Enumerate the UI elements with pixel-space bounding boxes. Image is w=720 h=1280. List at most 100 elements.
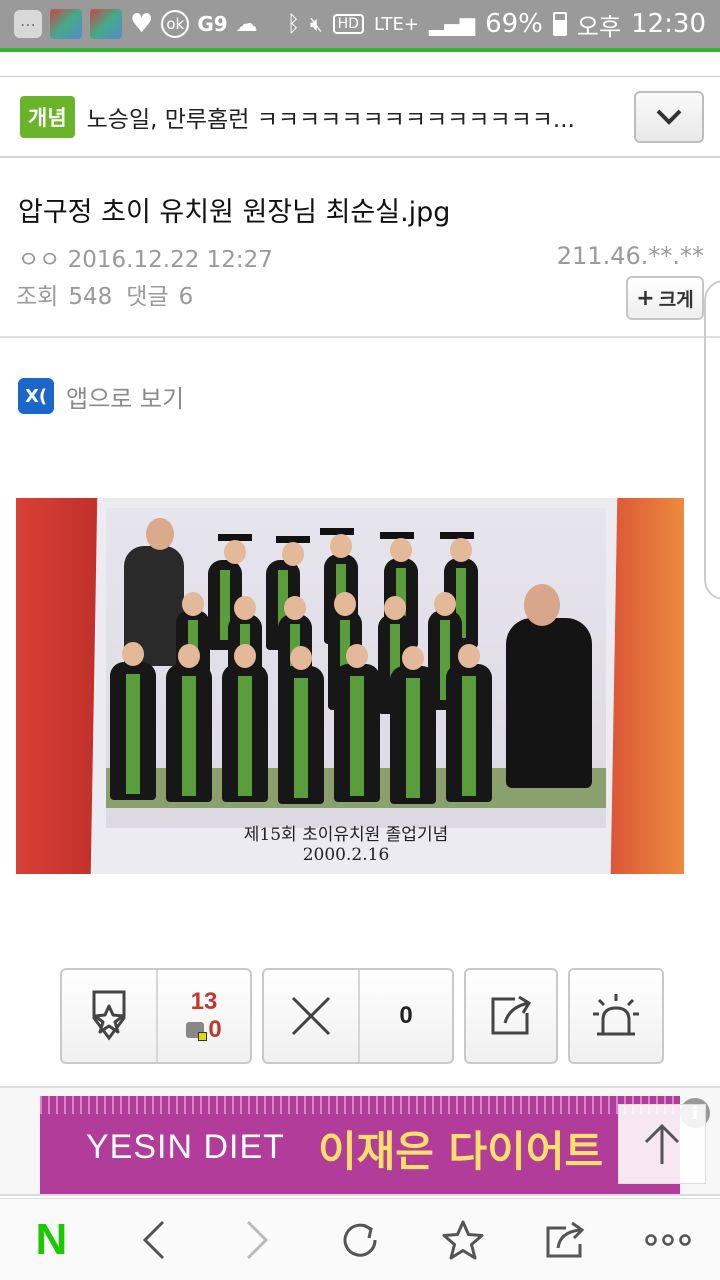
- open-in-app-link[interactable]: X( 앱으로 보기: [18, 378, 184, 414]
- director-head: [524, 584, 560, 626]
- fixed-count: 0: [208, 1016, 222, 1043]
- clock: 12:30: [631, 9, 706, 39]
- mute-icon: 🔇︎: [310, 12, 323, 36]
- comments-label: 댓글: [126, 284, 169, 310]
- dislike-group: 0: [262, 968, 454, 1064]
- post-author-date: ㅇㅇ 2016.12.22 12:27: [18, 240, 273, 274]
- child-head: [334, 592, 356, 616]
- dc-app-icon: X(: [18, 378, 54, 414]
- child-head: [346, 644, 368, 668]
- game-app-icon: [50, 9, 82, 39]
- side-scroll-handle[interactable]: [704, 280, 720, 600]
- heart-icon: ♥: [130, 9, 154, 39]
- album-cover-left: [16, 498, 96, 874]
- child-figure: [446, 664, 492, 802]
- post-author[interactable]: ㅇㅇ: [18, 247, 60, 273]
- gown-stripe: [126, 674, 140, 794]
- status-bar: ⋯ ♥ ok G9 ☁ ᛒ 🔇︎ HD LTE+ ▂▄▆ 69% 오후 12:3…: [0, 0, 720, 48]
- status-bar-notifications: ⋯ ♥ ok G9 ☁: [14, 9, 258, 39]
- gown-stripe: [238, 676, 252, 796]
- views-label: 조회: [16, 284, 59, 310]
- child-figure: [278, 666, 324, 804]
- network-type: LTE+: [373, 13, 419, 35]
- bookmark-button[interactable]: [428, 1205, 498, 1275]
- share-button[interactable]: [464, 968, 558, 1064]
- child-figure: [222, 664, 268, 802]
- scroll-to-top-button[interactable]: [618, 1104, 706, 1184]
- siren-icon: [593, 994, 639, 1036]
- recommend-button[interactable]: [62, 970, 156, 1062]
- recommend-count: 13: [190, 988, 218, 1015]
- post-ip: 211.46.**.**: [556, 242, 704, 270]
- recommend-count-cell: 13 0: [156, 970, 250, 1062]
- gown-stripe: [406, 678, 420, 798]
- bigger-label: 크게: [658, 288, 694, 311]
- share-icon: [491, 995, 532, 1035]
- expand-button[interactable]: [634, 90, 704, 143]
- g9-icon: G9: [197, 12, 228, 36]
- status-bar-system: ᛒ 🔇︎ HD LTE+ ▂▄▆ 69% 오후 12:30: [287, 7, 706, 42]
- child-figure: [110, 662, 156, 800]
- dislike-button[interactable]: [264, 970, 358, 1062]
- post-image[interactable]: 제15회 초이유치원 졸업기념 2000.2.16: [16, 498, 684, 874]
- signal-icon: ▂▄▆: [428, 12, 476, 36]
- gown-stripe: [182, 676, 196, 796]
- child-head: [234, 644, 256, 668]
- post-stats: 조회 548 댓글 6: [16, 277, 203, 311]
- game-app-icon-2: [90, 9, 122, 39]
- ampm: 오후: [576, 12, 622, 41]
- photo-caption-date: 2000.2.16: [302, 845, 390, 865]
- ad-slogan: 이재은 다이어트: [318, 1127, 604, 1176]
- child-figure: [390, 666, 436, 804]
- views-count: 548: [68, 284, 113, 310]
- font-size-bigger-button[interactable]: + 크게: [626, 276, 704, 320]
- child-head: [458, 644, 480, 668]
- ticker-text[interactable]: 노승일, 만루홈런 ㅋㅋㅋㅋㅋㅋㅋㅋㅋㅋㅋㅋㅋㅋ...: [87, 100, 607, 134]
- star-badge-icon: [92, 990, 126, 1041]
- divider: [0, 336, 720, 338]
- child-head: [290, 646, 312, 670]
- best-post-ticker[interactable]: 개념 노승일, 만루홈런 ㅋㅋㅋㅋㅋㅋㅋㅋㅋㅋㅋㅋㅋㅋ...: [0, 76, 720, 158]
- open-in-app-label: 앱으로 보기: [66, 384, 185, 413]
- dislike-count-cell: 0: [358, 970, 452, 1062]
- child-head: [282, 542, 304, 566]
- bluetooth-icon: ᛒ: [286, 11, 301, 37]
- cloud-sync-icon: ☁: [235, 11, 258, 37]
- fixed-recommend: 0: [186, 1016, 222, 1044]
- teacher-head: [146, 518, 174, 550]
- forward-button[interactable]: [222, 1205, 292, 1275]
- battery-icon: [552, 12, 567, 36]
- comments-count: 6: [178, 284, 194, 310]
- refresh-button[interactable]: [325, 1205, 395, 1275]
- photo-caption-title: 제15회 초이유치원 졸업기념: [243, 825, 449, 845]
- ad-ruler-graphic: [40, 1096, 680, 1114]
- gown-stripe: [294, 678, 308, 798]
- more-button[interactable]: [633, 1205, 703, 1275]
- gown-stripe: [350, 676, 364, 796]
- page-load-bar: [0, 48, 720, 52]
- child-head: [330, 534, 352, 558]
- category-badge: 개념: [20, 95, 75, 138]
- ad-banner[interactable]: YESIN DIET 이재은 다이어트: [40, 1096, 680, 1194]
- ad-brand: YESIN DIET: [86, 1128, 285, 1166]
- back-button[interactable]: [119, 1205, 189, 1275]
- director-figure: [506, 618, 592, 788]
- naver-logo-icon: N: [35, 1214, 68, 1264]
- child-head: [182, 592, 204, 616]
- report-button[interactable]: [568, 968, 664, 1064]
- naver-home-button[interactable]: N: [16, 1205, 86, 1275]
- child-figure: [334, 664, 380, 802]
- x-icon: [291, 996, 331, 1036]
- fixed-icon: [186, 1022, 208, 1041]
- share-page-button[interactable]: [531, 1205, 601, 1275]
- ok-cashbag-icon: ok: [161, 10, 190, 38]
- chevron-down-icon: [656, 109, 682, 125]
- refresh-icon: [343, 1223, 377, 1257]
- star-icon: [442, 1220, 484, 1259]
- chevron-left-icon: [143, 1220, 165, 1259]
- browser-toolbar: N: [0, 1198, 720, 1280]
- photo-caption: 제15회 초이유치원 졸업기념 2000.2.16: [176, 820, 516, 865]
- hd-voice-icon: HD: [332, 14, 364, 34]
- more-dots-icon: [645, 1233, 692, 1246]
- child-head: [384, 596, 406, 620]
